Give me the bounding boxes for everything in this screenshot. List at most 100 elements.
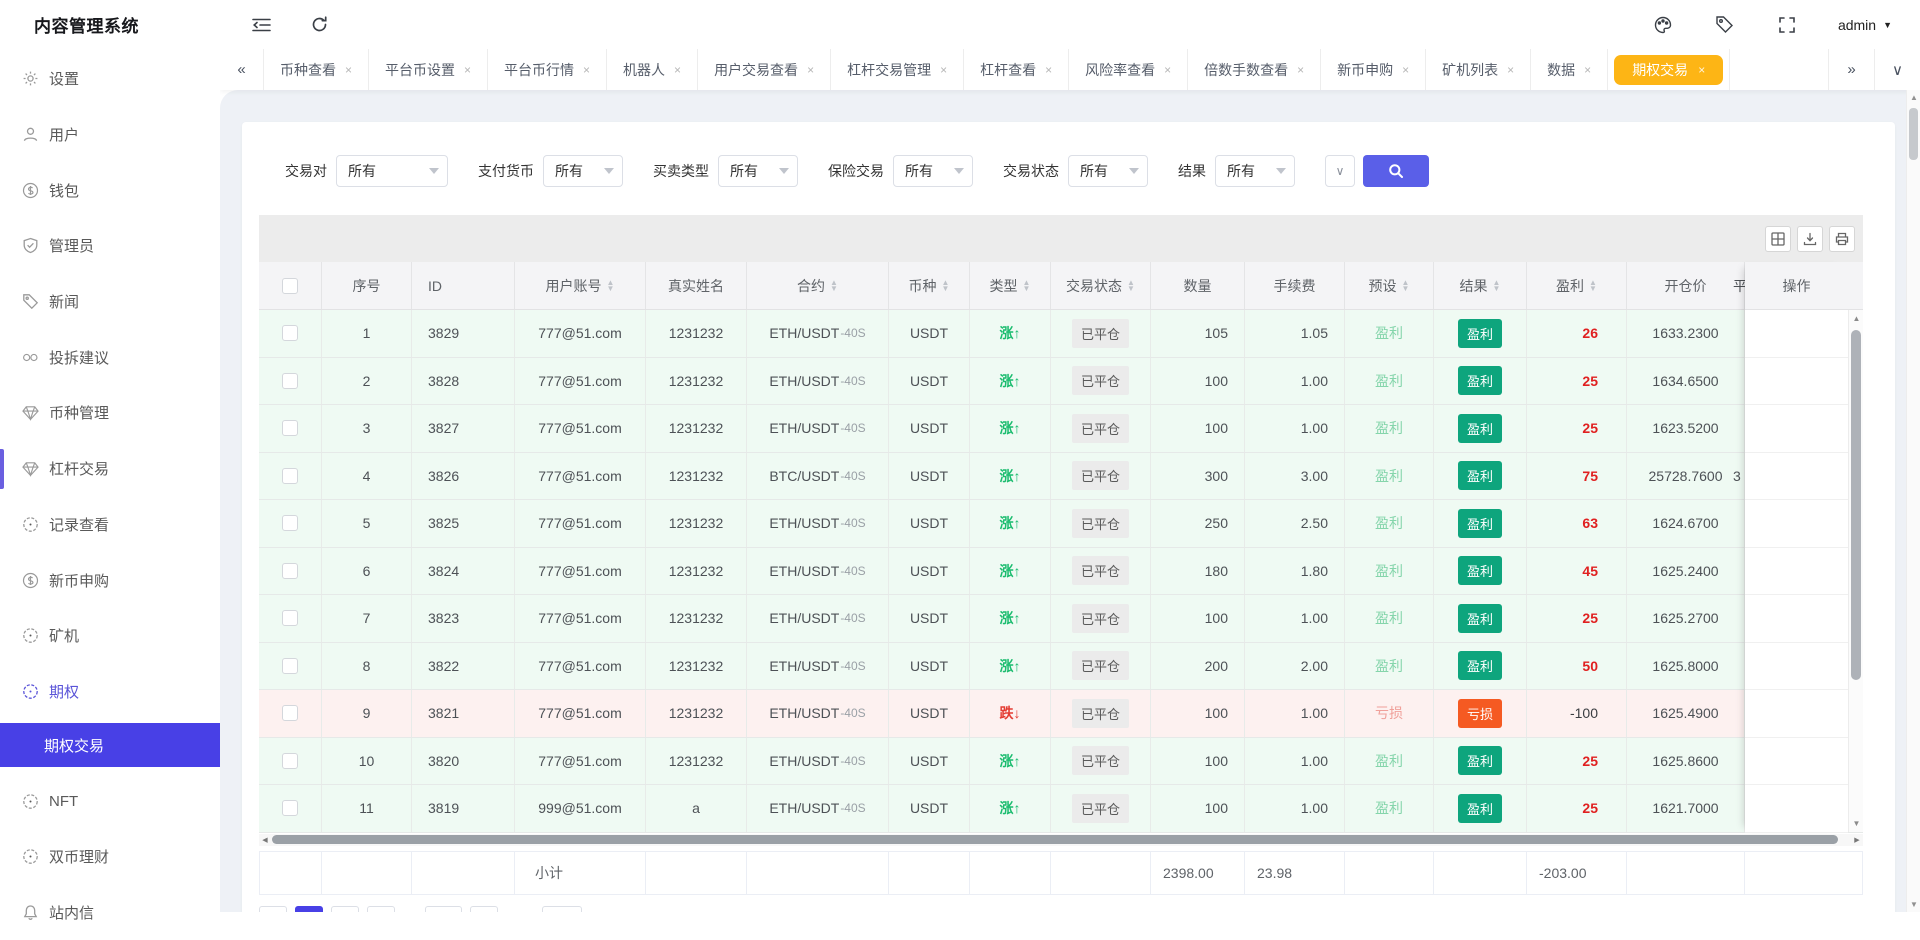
sidebar-item-NFT[interactable]: NFT: [0, 773, 220, 829]
theme-palette-icon[interactable]: [1652, 14, 1674, 36]
tab-close-icon[interactable]: ×: [1402, 63, 1409, 77]
operation-cell[interactable]: [1745, 643, 1848, 691]
print-button[interactable]: [1829, 226, 1855, 252]
row-checkbox[interactable]: [282, 563, 298, 579]
scroll-up-icon[interactable]: ▲: [1849, 314, 1864, 323]
user-menu[interactable]: admin ▼: [1838, 17, 1892, 33]
tab-用户交易查看[interactable]: 用户交易查看×: [698, 49, 831, 90]
sort-icon[interactable]: ▲▼: [607, 280, 615, 292]
sidebar-item-记录查看[interactable]: 记录查看: [0, 497, 220, 553]
operation-cell[interactable]: [1745, 358, 1848, 406]
tab-平台币设置[interactable]: 平台币设置×: [369, 49, 488, 90]
tab-close-icon[interactable]: ×: [345, 63, 352, 77]
row-checkbox[interactable]: [282, 515, 298, 531]
scroll-right-icon[interactable]: ▶: [1851, 834, 1863, 846]
select-all-checkbox[interactable]: [282, 278, 298, 294]
row-checkbox[interactable]: [282, 658, 298, 674]
operation-cell[interactable]: [1745, 738, 1848, 786]
tab-close-icon[interactable]: ×: [1164, 63, 1171, 77]
tab-close-icon[interactable]: ×: [1045, 63, 1052, 77]
filter-select-结果[interactable]: 所有: [1215, 155, 1295, 187]
page-scrollbar[interactable]: ▲ ▼: [1906, 90, 1920, 912]
sidebar-item-投拆建议[interactable]: 投拆建议: [0, 329, 220, 385]
row-checkbox[interactable]: [282, 468, 298, 484]
tab-close-icon[interactable]: ×: [674, 63, 681, 77]
column-header-coin[interactable]: 币种▲▼: [889, 262, 970, 309]
sidebar-item-杠杆交易[interactable]: 杠杆交易: [0, 441, 220, 497]
row-checkbox[interactable]: [282, 420, 298, 436]
operation-cell[interactable]: [1745, 595, 1848, 643]
operation-cell[interactable]: [1745, 690, 1848, 738]
table-horizontal-scrollbar[interactable]: ◀ ▶: [259, 834, 1863, 846]
operation-cell[interactable]: [1745, 453, 1848, 501]
sidebar-item-设置[interactable]: 设置: [0, 51, 220, 107]
tab-close-icon[interactable]: ×: [940, 63, 947, 77]
search-button[interactable]: [1363, 155, 1429, 187]
pagination-page-100[interactable]: 100: [425, 906, 462, 912]
pagination-page-1[interactable]: 1: [295, 906, 323, 912]
row-checkbox[interactable]: [282, 753, 298, 769]
sort-icon[interactable]: ▲▼: [830, 280, 838, 292]
page-scroll-thumb[interactable]: [1909, 108, 1918, 160]
column-header-preset[interactable]: 预设▲▼: [1345, 262, 1434, 309]
refresh-icon[interactable]: [308, 14, 330, 36]
tab-close-icon[interactable]: ×: [1297, 63, 1304, 77]
row-checkbox[interactable]: [282, 610, 298, 626]
tab-倍数手数查看[interactable]: 倍数手数查看×: [1188, 49, 1321, 90]
tab-新币申购[interactable]: 新币申购×: [1321, 49, 1426, 90]
sidebar-item-新闻[interactable]: 新闻: [0, 274, 220, 330]
row-checkbox[interactable]: [282, 325, 298, 341]
filter-select-买卖类型[interactable]: 所有: [718, 155, 798, 187]
tag-icon[interactable]: [1714, 14, 1736, 36]
sidebar-item-期权[interactable]: 期权: [0, 664, 220, 720]
tab-close-icon[interactable]: ×: [807, 63, 814, 77]
vertical-scroll-thumb[interactable]: [1851, 330, 1861, 680]
pagination-jump-input[interactable]: 1: [542, 906, 582, 912]
row-checkbox[interactable]: [282, 373, 298, 389]
sidebar-item-用户[interactable]: 用户: [0, 107, 220, 163]
sort-icon[interactable]: ▲▼: [1127, 280, 1135, 292]
pagination-prev-button[interactable]: ‹: [259, 906, 287, 912]
operation-cell[interactable]: [1745, 310, 1848, 358]
tab-期权交易[interactable]: 期权交易×: [1608, 49, 1730, 90]
operation-cell[interactable]: [1745, 548, 1848, 596]
sidebar-item-双币理财[interactable]: 双币理财: [0, 829, 220, 885]
export-button[interactable]: [1797, 226, 1823, 252]
tab-矿机列表[interactable]: 矿机列表×: [1426, 49, 1531, 90]
filter-select-支付货币[interactable]: 所有: [543, 155, 623, 187]
expand-filters-button[interactable]: ∨: [1325, 155, 1355, 187]
operation-cell[interactable]: [1745, 785, 1848, 833]
tab-风险率查看[interactable]: 风险率查看×: [1069, 49, 1188, 90]
tab-机器人[interactable]: 机器人×: [607, 49, 698, 90]
sidebar-item-站内信[interactable]: 站内信: [0, 885, 220, 940]
sort-icon[interactable]: ▲▼: [1023, 280, 1031, 292]
scroll-left-icon[interactable]: ◀: [259, 834, 271, 846]
operation-cell[interactable]: [1745, 405, 1848, 453]
page-scroll-up-icon[interactable]: ▲: [1907, 93, 1920, 102]
column-header-status[interactable]: 交易状态▲▼: [1051, 262, 1151, 309]
horizontal-scroll-thumb[interactable]: [272, 835, 1838, 844]
tabs-more-icon[interactable]: ∨: [1874, 49, 1920, 90]
collapse-sidebar-icon[interactable]: [250, 14, 272, 36]
column-header-account[interactable]: 用户账号▲▼: [515, 262, 646, 309]
tab-平台币行情[interactable]: 平台币行情×: [488, 49, 607, 90]
tab-杠杆查看[interactable]: 杠杆查看×: [964, 49, 1069, 90]
tab-close-icon[interactable]: ×: [1507, 63, 1514, 77]
tab-数据[interactable]: 数据×: [1531, 49, 1608, 90]
sort-icon[interactable]: ▲▼: [1402, 280, 1410, 292]
filter-select-保险交易[interactable]: 所有: [893, 155, 973, 187]
sidebar-item-矿机[interactable]: 矿机: [0, 608, 220, 664]
filter-select-交易对[interactable]: 所有: [336, 155, 448, 187]
scroll-down-icon[interactable]: ▼: [1849, 819, 1864, 828]
sidebar-item-钱包[interactable]: 钱包: [0, 162, 220, 218]
column-settings-button[interactable]: [1765, 226, 1791, 252]
sort-icon[interactable]: ▲▼: [1493, 280, 1501, 292]
table-vertical-scrollbar[interactable]: ▲ ▼: [1848, 310, 1863, 832]
row-checkbox[interactable]: [282, 800, 298, 816]
sidebar-subitem-期权交易[interactable]: 期权交易: [0, 723, 220, 767]
column-header-type[interactable]: 类型▲▼: [970, 262, 1051, 309]
pagination-page-3[interactable]: 3: [367, 906, 395, 912]
tab-币种查看[interactable]: 币种查看×: [264, 49, 369, 90]
pagination-page-2[interactable]: 2: [331, 906, 359, 912]
column-header-contract[interactable]: 合约▲▼: [747, 262, 889, 309]
